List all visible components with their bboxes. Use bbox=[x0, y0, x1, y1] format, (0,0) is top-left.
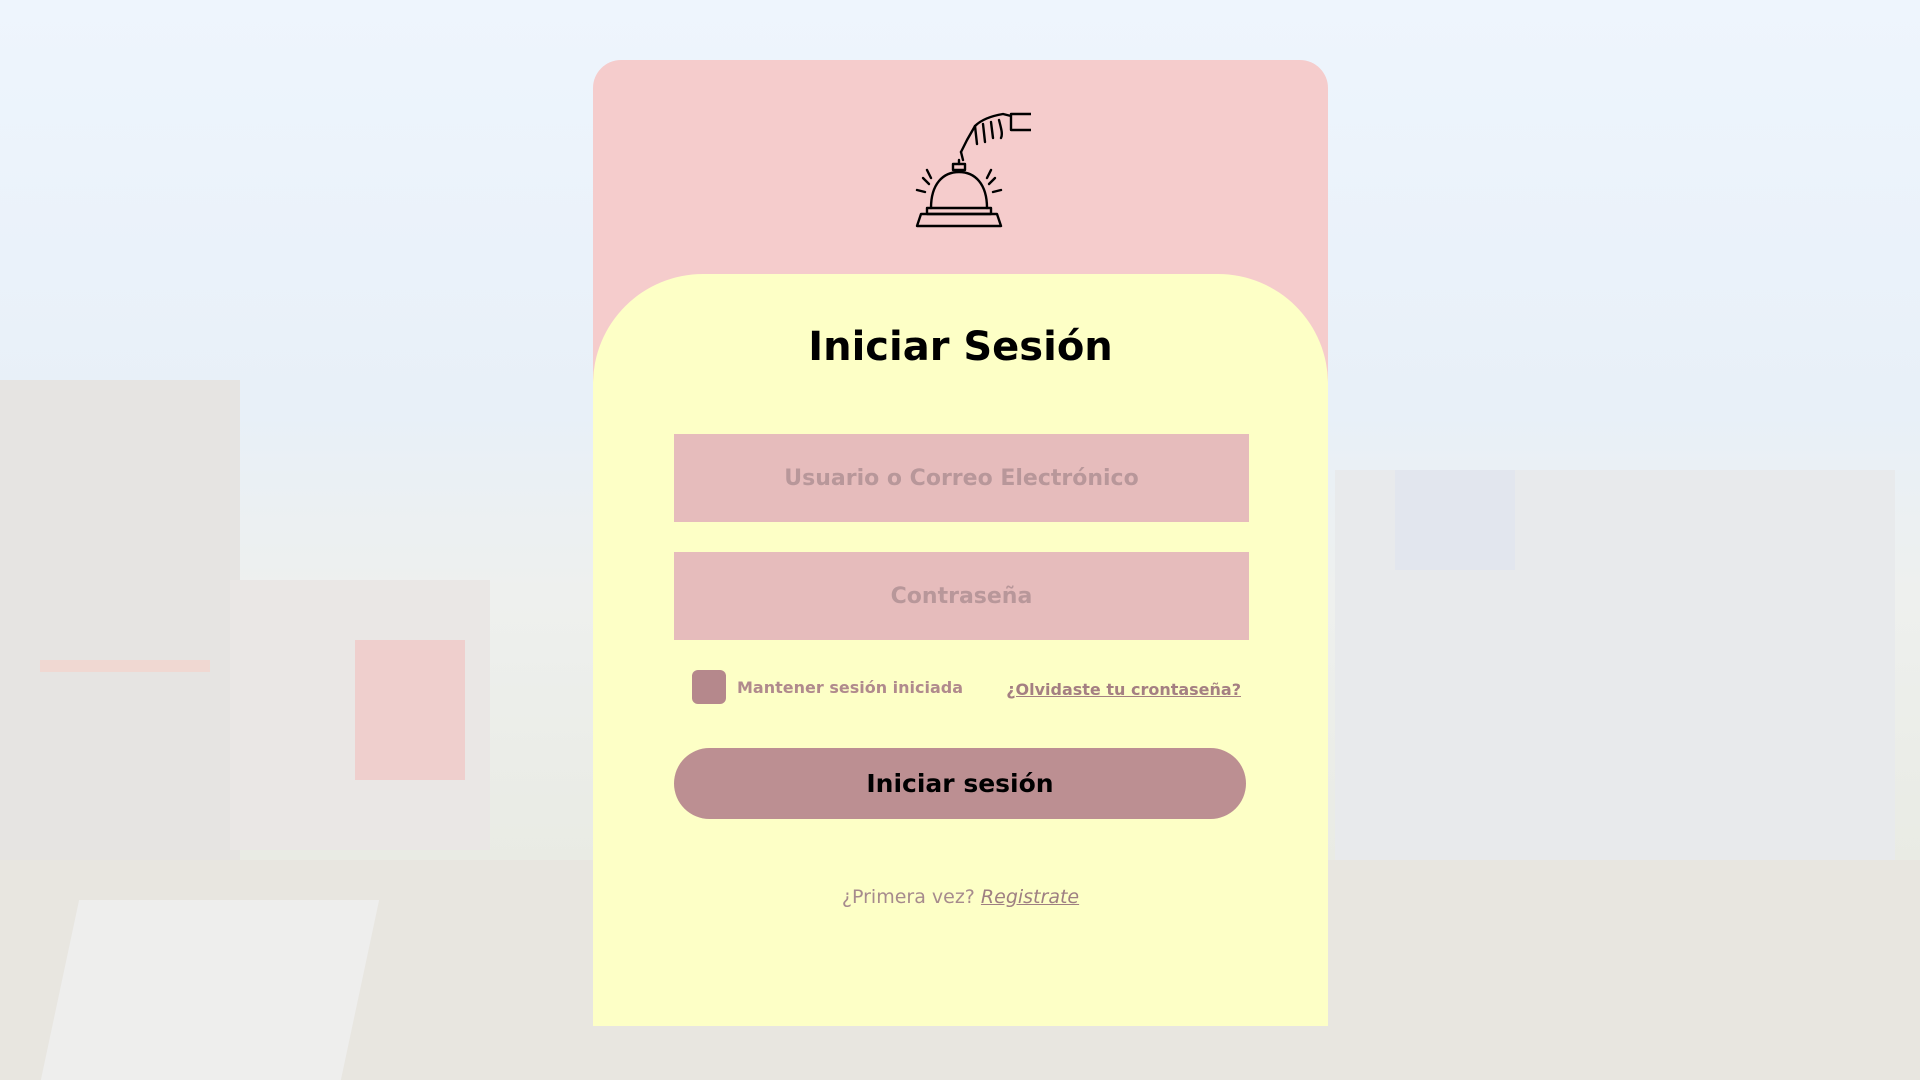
forgot-password-link[interactable]: ¿Olvidaste tu crontaseña? bbox=[1006, 680, 1241, 699]
remember-label: Mantener sesión iniciada bbox=[737, 677, 964, 697]
remember-me[interactable]: Mantener sesión iniciada bbox=[692, 670, 963, 704]
signup-link[interactable]: Registrate bbox=[981, 886, 1079, 908]
login-card: Iniciar Sesión Mantener sesión iniciada … bbox=[593, 60, 1328, 1026]
logo bbox=[593, 108, 1328, 238]
service-bell-icon bbox=[915, 112, 1031, 228]
login-button[interactable]: Iniciar sesión bbox=[674, 748, 1246, 819]
password-input[interactable] bbox=[674, 552, 1249, 640]
login-form: Iniciar Sesión Mantener sesión iniciada … bbox=[593, 274, 1328, 1026]
signup-text: ¿Primera vez? bbox=[841, 886, 975, 908]
username-input[interactable] bbox=[674, 434, 1249, 522]
signup-prompt: ¿Primera vez? Registrate bbox=[593, 886, 1328, 908]
remember-checkbox[interactable] bbox=[692, 670, 726, 704]
page-title: Iniciar Sesión bbox=[808, 324, 1113, 370]
